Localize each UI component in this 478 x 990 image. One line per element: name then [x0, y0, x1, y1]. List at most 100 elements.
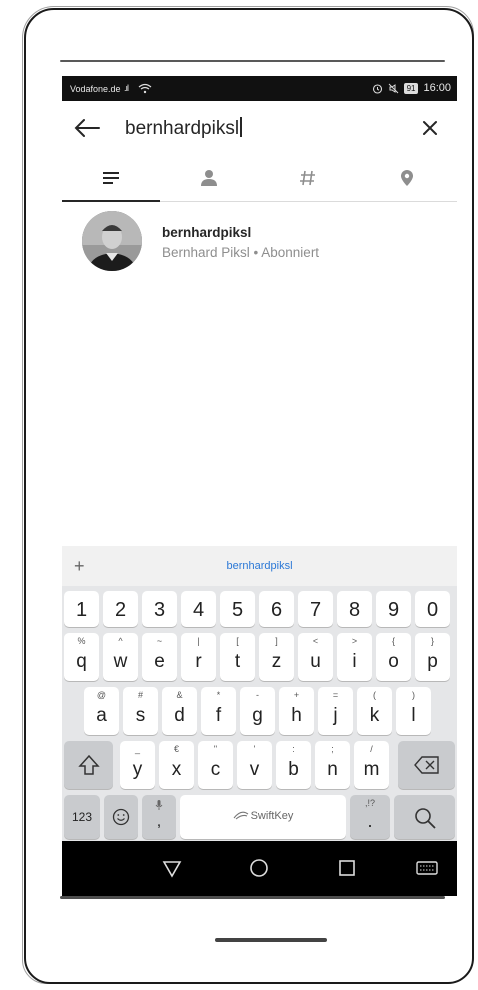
clock: 16:00	[423, 82, 451, 94]
search-key[interactable]	[394, 795, 455, 839]
search-header: bernhardpiksl	[62, 101, 457, 155]
tab-top[interactable]	[62, 155, 160, 202]
key-label: 1	[75, 599, 88, 621]
key-q[interactable]: % q	[64, 633, 99, 681]
key-j[interactable]: = j	[318, 687, 353, 735]
emoji-key[interactable]	[104, 795, 138, 839]
backspace-key[interactable]	[398, 741, 455, 789]
shift-icon	[78, 754, 100, 775]
keyboard-hide-icon[interactable]	[412, 853, 442, 883]
key-label: 9	[387, 599, 400, 621]
key-label: j	[333, 705, 338, 726]
key-secondary-label: ]	[275, 636, 278, 646]
key-c[interactable]: " c	[198, 741, 233, 789]
key-h[interactable]: + h	[279, 687, 314, 735]
search-tabs	[62, 155, 457, 202]
key-label: l	[411, 705, 416, 726]
key-z[interactable]: ] z	[259, 633, 294, 681]
key-label: a	[96, 705, 107, 726]
key-secondary-label: ~	[156, 636, 163, 646]
key-secondary-label: %	[77, 636, 86, 646]
key-6[interactable]: 6	[259, 591, 294, 627]
key-label: 8	[348, 599, 361, 621]
key-label: e	[154, 651, 165, 672]
tab-people[interactable]	[160, 155, 258, 201]
home-nav-icon[interactable]	[244, 853, 274, 883]
key-n[interactable]: ; n	[315, 741, 350, 789]
lines-icon	[103, 172, 119, 184]
key-r[interactable]: | r	[181, 633, 216, 681]
key-label: 7	[309, 599, 322, 621]
key-secondary-label: "	[213, 744, 218, 754]
key-label: n	[327, 759, 338, 780]
key-w[interactable]: ^ w	[103, 633, 138, 681]
key-9[interactable]: 9	[376, 591, 411, 627]
key-d[interactable]: & d	[162, 687, 197, 735]
key-label: z	[271, 651, 282, 672]
key-3[interactable]: 3	[142, 591, 177, 627]
key-4[interactable]: 4	[181, 591, 216, 627]
key-label: w	[113, 651, 128, 672]
key-i[interactable]: > i	[337, 633, 372, 681]
numbers-toggle-key[interactable]: 123	[64, 795, 100, 839]
phone-screen: Vodafone.de .ıl 91 16:00 bernhardpiksl b…	[62, 76, 457, 896]
key-label: t	[234, 651, 241, 672]
key-secondary-label: &	[176, 690, 183, 700]
backspace-icon	[414, 756, 439, 774]
key-label: ,	[156, 813, 162, 830]
key-f[interactable]: * f	[201, 687, 236, 735]
search-icon	[415, 808, 436, 829]
key-secondary-label: -	[256, 690, 259, 700]
tab-tags[interactable]	[259, 155, 357, 201]
key-label: u	[310, 651, 321, 672]
key-label: p	[427, 651, 438, 672]
key-label: f	[215, 705, 222, 726]
key-secondary-label: ;	[331, 744, 334, 754]
back-nav-icon[interactable]	[157, 853, 187, 883]
key-m[interactable]: / m	[354, 741, 389, 789]
suggestion-word[interactable]: bernhardpiksl	[62, 560, 457, 572]
key-a[interactable]: @ a	[84, 687, 119, 735]
key-p[interactable]: } p	[415, 633, 450, 681]
key-2[interactable]: 2	[103, 591, 138, 627]
suggestion-bar: + bernhardpiksl	[62, 546, 457, 586]
alarm-icon	[372, 83, 382, 94]
key-label: c	[210, 759, 221, 780]
key-7[interactable]: 7	[298, 591, 333, 627]
tab-places[interactable]	[358, 155, 456, 201]
hashtag-icon	[300, 170, 315, 186]
key-y[interactable]: _ y	[120, 741, 155, 789]
key-secondary-label: |	[197, 636, 200, 646]
back-arrow-icon[interactable]	[70, 111, 104, 145]
navigation-bar	[62, 841, 457, 896]
key-1[interactable]: 1	[64, 591, 99, 627]
key-label: m	[363, 759, 380, 780]
key-e[interactable]: ~ e	[142, 633, 177, 681]
space-bar[interactable]: SwiftKey	[180, 795, 346, 839]
key-s[interactable]: # s	[123, 687, 158, 735]
clear-search-icon[interactable]	[415, 113, 445, 143]
key-o[interactable]: {o	[376, 633, 411, 681]
key-x[interactable]: € x	[159, 741, 194, 789]
key-t[interactable]: [t	[220, 633, 255, 681]
avatar	[82, 211, 142, 271]
comma-key[interactable]: ,	[142, 795, 176, 839]
key-l[interactable]: ) l	[396, 687, 431, 735]
key-secondary-label: [	[236, 636, 239, 646]
shift-key[interactable]	[64, 741, 113, 789]
key-0[interactable]: 0	[415, 591, 450, 627]
key-v[interactable]: ' v	[237, 741, 272, 789]
key-8[interactable]: 8	[337, 591, 372, 627]
recents-nav-icon[interactable]	[332, 853, 362, 883]
key-secondary-label: *	[216, 690, 221, 700]
key-label: s	[135, 705, 146, 726]
key-k[interactable]: (k	[357, 687, 392, 735]
period-key[interactable]: ,!?.	[350, 795, 390, 839]
search-result-row[interactable]: bernhardpiksl Bernhard Piksl • Abonniert	[62, 205, 457, 279]
key-u[interactable]: < u	[298, 633, 333, 681]
key-5[interactable]: 5	[220, 591, 255, 627]
search-input[interactable]: bernhardpiksl	[125, 117, 242, 140]
key-g[interactable]: -g	[240, 687, 275, 735]
key-b[interactable]: :b	[276, 741, 311, 789]
space-bar-label: SwiftKey	[180, 810, 346, 822]
